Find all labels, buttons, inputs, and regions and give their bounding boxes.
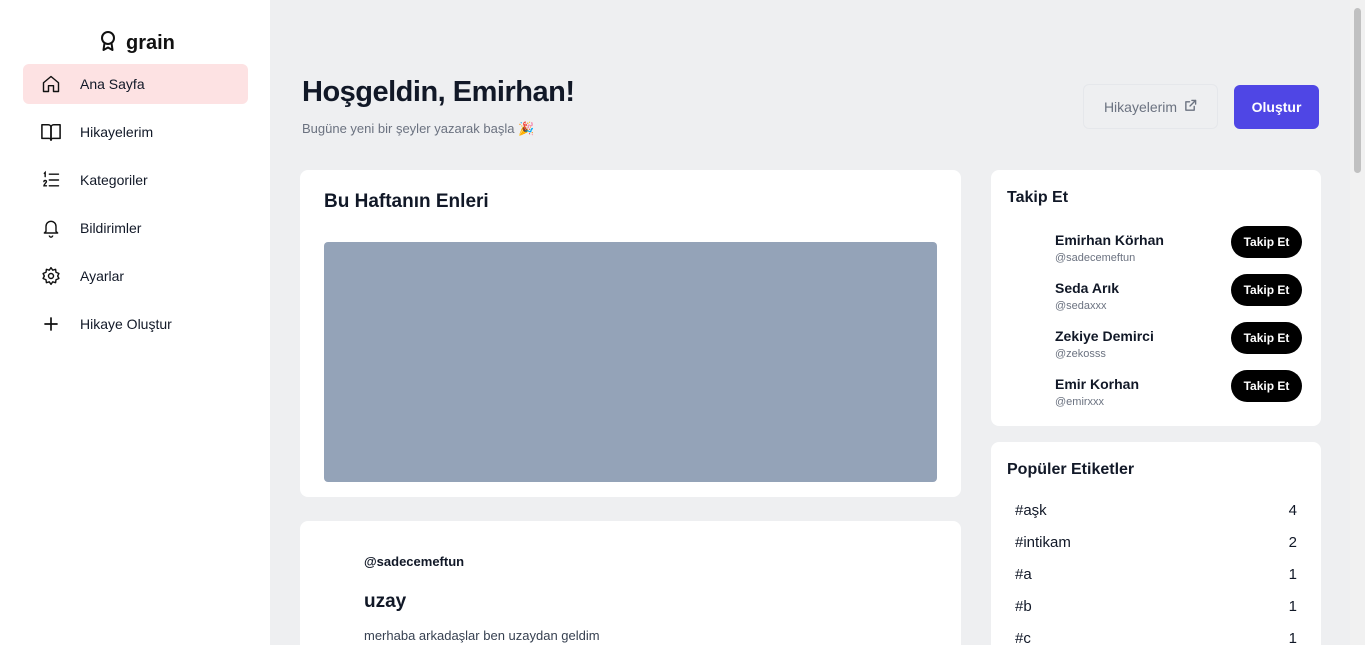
tag-row[interactable]: #aşk 4: [1015, 502, 1297, 534]
follow-button[interactable]: Takip Et: [1231, 322, 1302, 354]
scrollbar-thumb[interactable]: [1354, 8, 1361, 173]
home-icon: [40, 73, 62, 95]
tag-row[interactable]: #c 1: [1015, 630, 1297, 645]
page-subtitle: Bugüne yeni bir şeyler yazarak başla 🎉: [302, 121, 535, 136]
tag-row[interactable]: #intikam 2: [1015, 534, 1297, 566]
popular-tags-card: Popüler Etiketler #aşk 4 #intikam 2 #a 1…: [991, 442, 1321, 645]
follow-row: Emir Korhan @emirxxx Takip Et: [991, 370, 1321, 418]
story-author[interactable]: @sadecemeftun: [364, 554, 464, 569]
follow-button[interactable]: Takip Et: [1231, 226, 1302, 258]
popular-tags-title: Popüler Etiketler: [1007, 461, 1135, 478]
page-scrollbar[interactable]: [1350, 0, 1365, 645]
sidebar-item-label: Kategoriler: [80, 172, 148, 188]
sidebar-item-label: Ana Sayfa: [80, 76, 145, 92]
tag-name[interactable]: #intikam: [1015, 534, 1071, 566]
external-link-icon: [1184, 99, 1197, 115]
sidebar-item-label: Bildirimler: [80, 220, 142, 236]
tag-list: #aşk 4 #intikam 2 #a 1 #b 1 #c 1: [1015, 502, 1297, 645]
sidebar-item-label: Hikaye Oluştur: [80, 316, 172, 332]
follow-list: Emirhan Körhan @sadecemeftun Takip Et Se…: [991, 226, 1321, 418]
tag-count: 2: [1288, 534, 1297, 551]
tag-row[interactable]: #b 1: [1015, 598, 1297, 630]
follow-row: Emirhan Körhan @sadecemeftun Takip Et: [991, 226, 1321, 274]
award-icon: [98, 30, 118, 57]
follow-title: Takip Et: [1007, 189, 1069, 206]
sidebar-item-hikayelerim[interactable]: Hikayelerim: [23, 112, 248, 152]
story-card[interactable]: @sadecemeftun uzay merhaba arkadaşlar be…: [300, 521, 961, 645]
follow-row: Zekiye Demirci @zekosss Takip Et: [991, 322, 1321, 370]
sidebar-nav: Ana Sayfa Hikayelerim Kategoriler Bildir…: [23, 64, 248, 352]
sidebar-item-bildirimler[interactable]: Bildirimler: [23, 208, 248, 248]
follow-button[interactable]: Takip Et: [1231, 370, 1302, 402]
my-stories-button[interactable]: Hikayelerim: [1083, 84, 1218, 129]
user-name[interactable]: Zekiye Demirci: [1055, 328, 1154, 344]
my-stories-label: Hikayelerim: [1103, 98, 1178, 115]
create-button[interactable]: Oluştur: [1234, 85, 1319, 129]
weekly-highlights-title: Bu Haftanın Enleri: [324, 191, 489, 212]
user-handle: @sedaxxx: [1055, 300, 1107, 312]
user-name[interactable]: Seda Arık: [1055, 280, 1119, 296]
story-title[interactable]: uzay: [364, 591, 406, 613]
plus-icon: [40, 313, 62, 335]
logo[interactable]: grain: [98, 30, 175, 57]
logo-text: grain: [126, 32, 175, 54]
follow-button[interactable]: Takip Et: [1231, 274, 1302, 306]
user-handle: @zekosss: [1055, 348, 1106, 360]
tag-row[interactable]: #a 1: [1015, 566, 1297, 598]
sidebar-item-hikaye-olustur[interactable]: Hikaye Oluştur: [23, 304, 248, 344]
list-icon: [40, 169, 62, 191]
tag-name[interactable]: #b: [1015, 598, 1032, 630]
user-handle: @sadecemeftun: [1055, 252, 1136, 264]
book-icon: [40, 121, 62, 143]
user-name[interactable]: Emir Korhan: [1055, 376, 1139, 392]
tag-name[interactable]: #aşk: [1015, 502, 1047, 534]
tag-count: 1: [1288, 566, 1297, 583]
sidebar-item-label: Ayarlar: [80, 268, 125, 284]
user-handle: @emirxxx: [1055, 396, 1105, 408]
page-title: Hoşgeldin, Emirhan!: [302, 76, 575, 108]
bell-icon: [40, 217, 62, 239]
tag-count: 4: [1288, 502, 1297, 519]
sidebar-item-ana-sayfa[interactable]: Ana Sayfa: [23, 64, 248, 104]
gear-icon: [40, 265, 62, 287]
weekly-highlight-image[interactable]: [324, 242, 937, 482]
user-name[interactable]: Emirhan Körhan: [1055, 232, 1164, 248]
tag-count: 1: [1288, 598, 1297, 615]
sidebar-item-ayarlar[interactable]: Ayarlar: [23, 256, 248, 296]
follow-row: Seda Arık @sedaxxx Takip Et: [991, 274, 1321, 322]
follow-suggestions-card: Takip Et Emirhan Körhan @sadecemeftun Ta…: [991, 170, 1321, 426]
sidebar-item-label: Hikayelerim: [80, 124, 154, 140]
tag-name[interactable]: #a: [1015, 566, 1032, 598]
tag-name[interactable]: #c: [1015, 630, 1031, 645]
tag-count: 1: [1288, 630, 1297, 645]
sidebar-item-kategoriler[interactable]: Kategoriler: [23, 160, 248, 200]
sidebar: grain Ana Sayfa Hikayelerim Kategoriler …: [0, 0, 270, 645]
story-body: merhaba arkadaşlar ben uzaydan geldim: [364, 628, 600, 643]
weekly-highlights-card: Bu Haftanın Enleri: [300, 170, 961, 497]
